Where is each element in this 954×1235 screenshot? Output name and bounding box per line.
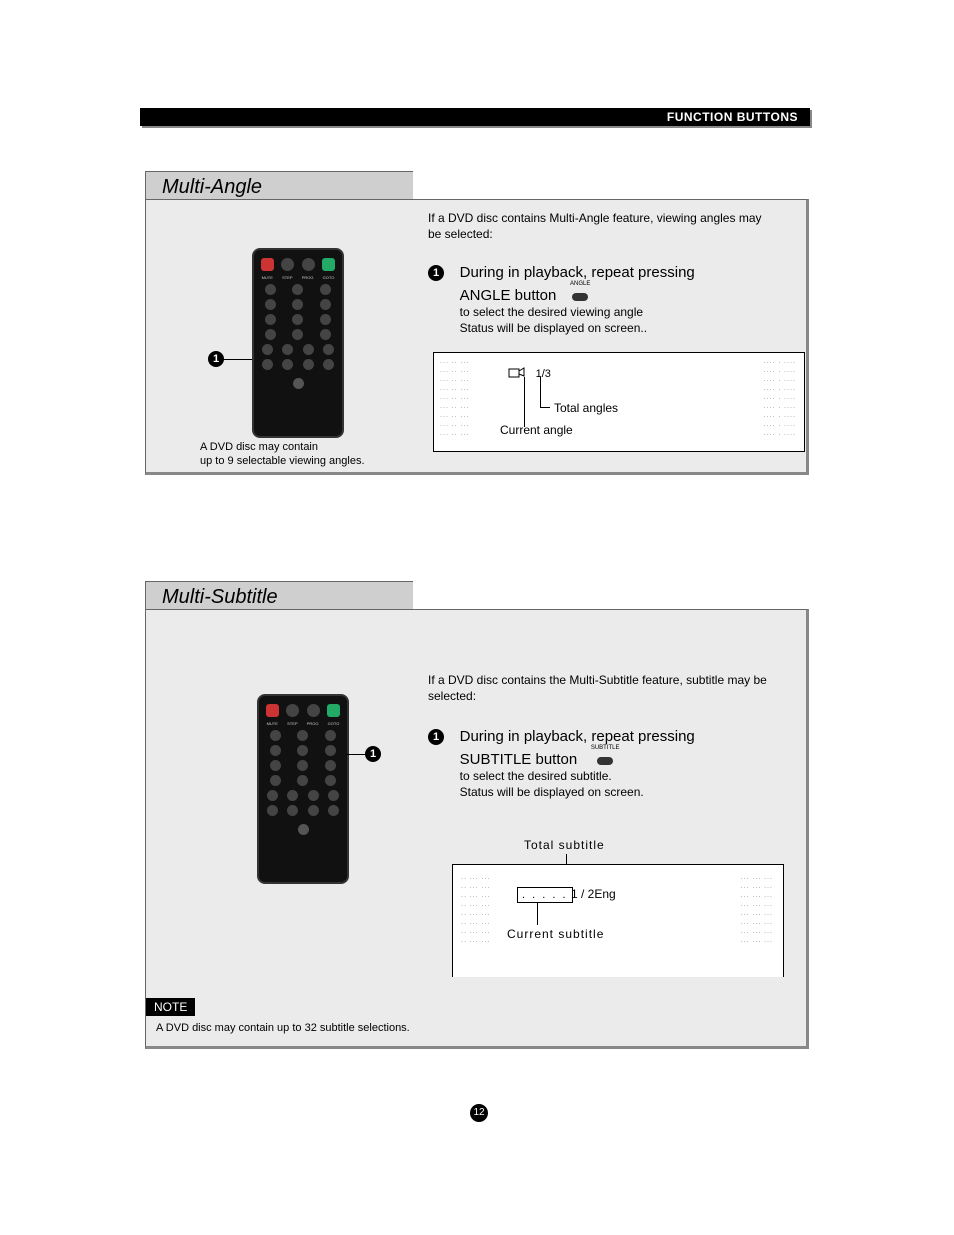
step-bullet: 1 — [428, 265, 444, 281]
pointer-line — [223, 359, 252, 360]
subtitle-button-icon — [597, 757, 613, 765]
step2-sub2: Status will be displayed on screen. — [460, 785, 644, 799]
note-badge: NOTE — [146, 998, 195, 1016]
step-sub1: to select the desired viewing angle — [460, 305, 643, 319]
subtitle-button-label: SUBTITLE — [591, 745, 620, 752]
panel-multi-angle: MUTESTEPPROGGOTO 1 A DVD disc may contai… — [145, 199, 809, 475]
step-title-line2: ANGLE button — [460, 287, 557, 304]
page-number: 12 — [470, 1104, 488, 1122]
osd-box-angle: ··· ·· ······ ·· ······ ·· ······ ·· ···… — [433, 352, 805, 452]
osd-label-current: Current angle — [500, 423, 573, 437]
header-title: FUNCTION BUTTONS — [667, 108, 804, 126]
step-sub2: Status will be displayed on screen.. — [460, 321, 647, 335]
callout-bullet-1: 1 — [208, 351, 224, 367]
osd-label-current-subtitle: Current subtitle — [507, 927, 604, 941]
caption-angle: A DVD disc may contain up to 9 selectabl… — [200, 440, 365, 468]
angle-button-icon — [572, 293, 588, 301]
osd-line-total-v — [540, 377, 541, 407]
angle-button-label: ANGLE — [570, 281, 590, 288]
callout-bullet-1b: 1 — [365, 746, 381, 762]
osd-line-total-h — [540, 407, 550, 408]
osd-line-current-sub — [537, 903, 538, 925]
step2-title-line2: SUBTITLE button — [460, 751, 578, 768]
step2-sub1: to select the desired subtitle. — [460, 769, 612, 783]
remote-illustration-2: MUTESTEPPROGGOTO — [257, 694, 349, 884]
manual-page: FUNCTION BUTTONS Multi-Angle MUTESTEPPRO… — [0, 0, 954, 1235]
step-bullet-2: 1 — [428, 729, 444, 745]
osd-subtitle-value: 1 / 2Eng — [571, 887, 616, 901]
step-block-subtitle: 1 During in playback, repeat pressing SU… — [428, 728, 695, 800]
panel-multi-subtitle: MUTESTEPPROGGOTO 1 If a DVD disc contain… — [145, 609, 809, 1049]
caption-line2: up to 9 selectable viewing angles. — [200, 455, 365, 467]
step-title-line1: During in playback, repeat pressing — [460, 264, 695, 281]
osd-label-total-subtitle: Total subtitle — [524, 838, 605, 852]
step-block-angle: 1 During in playback, repeat pressing AN… — [428, 264, 695, 336]
remote-illustration: MUTESTEPPROGGOTO — [252, 248, 344, 438]
osd-ratio: 1/3 — [536, 368, 551, 380]
pointer-line-2 — [346, 754, 365, 755]
step2-title-line1: During in playback, repeat pressing — [460, 728, 695, 745]
intro-text-subtitle: If a DVD disc contains the Multi-Subtitl… — [428, 672, 778, 704]
caption-line1: A DVD disc may contain — [200, 441, 318, 453]
note-text: A DVD disc may contain up to 32 subtitle… — [156, 1022, 410, 1034]
osd-box-dots: . . . . . — [517, 887, 573, 903]
intro-text-angle: If a DVD disc contains Multi-Angle featu… — [428, 210, 768, 242]
osd-line-current — [524, 377, 525, 427]
osd-label-total: Total angles — [554, 401, 618, 415]
osd-box-subtitle: ·· ··· ····· ··· ····· ··· ····· ··· ···… — [452, 864, 784, 977]
